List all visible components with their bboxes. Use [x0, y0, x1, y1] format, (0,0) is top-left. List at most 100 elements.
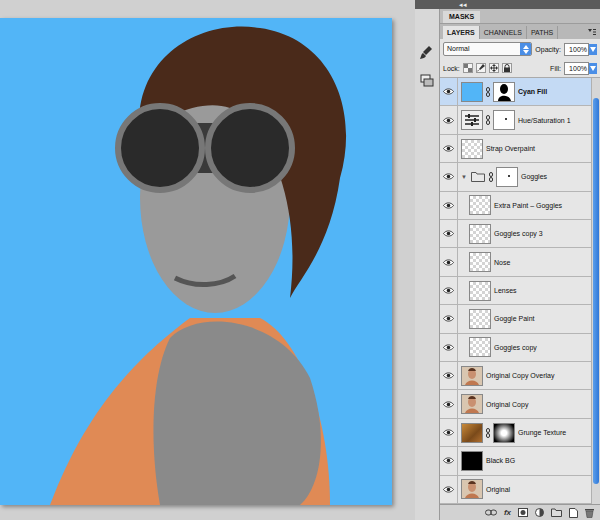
visibility-toggle[interactable] — [440, 447, 458, 474]
layer-row[interactable]: Original — [440, 476, 591, 504]
new-group-icon[interactable] — [551, 508, 562, 517]
layer-row[interactable]: ▼Goggles — [440, 163, 591, 191]
visibility-toggle[interactable] — [440, 390, 458, 417]
add-mask-icon[interactable] — [518, 508, 528, 517]
layer-mask-thumbnail[interactable] — [496, 167, 518, 187]
adjustments-button[interactable] — [417, 43, 437, 63]
layer-mask-thumbnail[interactable] — [493, 82, 515, 102]
visibility-toggle[interactable] — [440, 220, 458, 247]
layer-row[interactable]: Goggles copy 3 — [440, 220, 591, 248]
layers-footer: fx — [440, 504, 600, 520]
link-icon[interactable] — [486, 115, 490, 125]
panel-tab[interactable]: CHANNELS — [480, 26, 527, 39]
fill-slider-button[interactable] — [589, 63, 597, 74]
visibility-toggle[interactable] — [440, 78, 458, 105]
fill-label: Fill: — [550, 65, 561, 72]
scroll-thumb[interactable] — [593, 98, 599, 484]
masks-panel-header: MASKS — [440, 9, 600, 23]
mask-dot-icon — [497, 168, 517, 186]
link-icon[interactable] — [486, 87, 490, 97]
layer-name: Cyan Fill — [518, 87, 549, 96]
layer-scrollbar[interactable] — [591, 78, 600, 504]
visibility-toggle[interactable] — [440, 305, 458, 332]
layer-row[interactable]: Cyan Fill — [440, 78, 591, 106]
collapse-button[interactable]: ◂◂ — [459, 0, 467, 9]
panel-tabs: LAYERSCHANNELSPATHS — [440, 23, 600, 39]
blend-mode-dropdown[interactable]: Normal — [443, 42, 532, 56]
layer-mask-thumbnail[interactable] — [493, 110, 515, 130]
lock-transparent-button[interactable] — [463, 63, 473, 73]
visibility-toggle[interactable] — [440, 362, 458, 389]
layer-row[interactable]: Strap Overpaint — [440, 135, 591, 163]
opacity-label: Opacity: — [535, 46, 561, 53]
eye-icon — [443, 287, 454, 294]
panel-tab[interactable]: LAYERS — [443, 26, 480, 39]
link-icon[interactable] — [489, 172, 493, 182]
opacity-field[interactable]: 100% — [564, 43, 589, 56]
canvas[interactable] — [0, 18, 392, 505]
lock-all-button[interactable] — [502, 63, 512, 73]
visibility-toggle[interactable] — [440, 135, 458, 162]
layer-thumbnail — [461, 451, 483, 471]
visibility-toggle[interactable] — [440, 248, 458, 275]
layer-row[interactable]: Lenses — [440, 277, 591, 305]
visibility-toggle[interactable] — [440, 106, 458, 133]
styles-button[interactable] — [417, 71, 437, 91]
visibility-toggle[interactable] — [440, 334, 458, 361]
panel-menu-icon[interactable] — [587, 28, 597, 36]
silhouette-icon — [494, 83, 514, 101]
layer-thumbnail — [469, 195, 491, 215]
eye-icon — [443, 117, 454, 124]
opacity-slider-button[interactable] — [589, 44, 597, 55]
visibility-toggle[interactable] — [440, 476, 458, 503]
adjustment-layer-icon[interactable] — [535, 508, 544, 517]
layer-thumbnail — [469, 252, 491, 272]
mask-dot-icon — [494, 111, 514, 129]
layer-name: Nose — [494, 258, 512, 267]
eye-icon — [443, 315, 454, 322]
masks-tab[interactable]: MASKS — [443, 11, 480, 23]
layer-style-button[interactable]: fx — [504, 508, 511, 518]
eye-icon — [443, 429, 454, 436]
layer-row[interactable]: Original Copy — [440, 390, 591, 418]
link-icon[interactable] — [486, 428, 490, 438]
layer-row[interactable]: Goggle Paint — [440, 305, 591, 333]
layer-thumbnail — [470, 171, 486, 182]
trash-icon[interactable] — [585, 508, 594, 518]
group-toggle[interactable]: ▼ — [461, 174, 467, 180]
layer-row[interactable]: Hue/Saturation 1 — [440, 106, 591, 134]
updown-arrow-icon — [523, 45, 529, 54]
lock-position-button[interactable] — [489, 63, 499, 73]
sliders-icon — [463, 112, 481, 128]
layer-name: Original — [486, 485, 512, 494]
layer-thumbnail — [461, 139, 483, 159]
layer-row[interactable]: Original Copy Overlay — [440, 362, 591, 390]
visibility-toggle[interactable] — [440, 192, 458, 219]
layer-row[interactable]: Extra Paint – Goggles — [440, 192, 591, 220]
layer-row[interactable]: Goggles copy — [440, 334, 591, 362]
panel-dock: ◂◂MASKSLAYERSCHANNELSPATHSNormalOpacity:… — [415, 0, 600, 520]
layer-mask-thumbnail[interactable] — [493, 423, 515, 443]
layers-panel: MASKSLAYERSCHANNELSPATHSNormalOpacity:10… — [440, 9, 600, 520]
layer-row[interactable]: Grunge Texture — [440, 419, 591, 447]
eye-icon — [443, 344, 454, 351]
eye-icon — [443, 202, 454, 209]
visibility-toggle[interactable] — [440, 163, 458, 190]
padlock-icon — [503, 64, 511, 72]
new-layer-icon[interactable] — [569, 508, 578, 518]
link-layers-icon[interactable] — [485, 509, 497, 516]
layer-row[interactable]: Nose — [440, 248, 591, 276]
panel-tab[interactable]: PATHS — [527, 26, 558, 39]
eye-icon — [443, 372, 454, 379]
lock-options: Lock:Fill:100% — [440, 59, 600, 78]
visibility-toggle[interactable] — [440, 277, 458, 304]
eye-icon — [443, 230, 454, 237]
visibility-toggle[interactable] — [440, 419, 458, 446]
portrait-icon — [462, 480, 482, 498]
layer-row[interactable]: Black BG — [440, 447, 591, 475]
eye-icon — [443, 259, 454, 266]
fill-field[interactable]: 100% — [564, 62, 589, 75]
photo — [0, 18, 392, 505]
lock-pixels-button[interactable] — [476, 63, 486, 73]
eye-icon — [443, 401, 454, 408]
